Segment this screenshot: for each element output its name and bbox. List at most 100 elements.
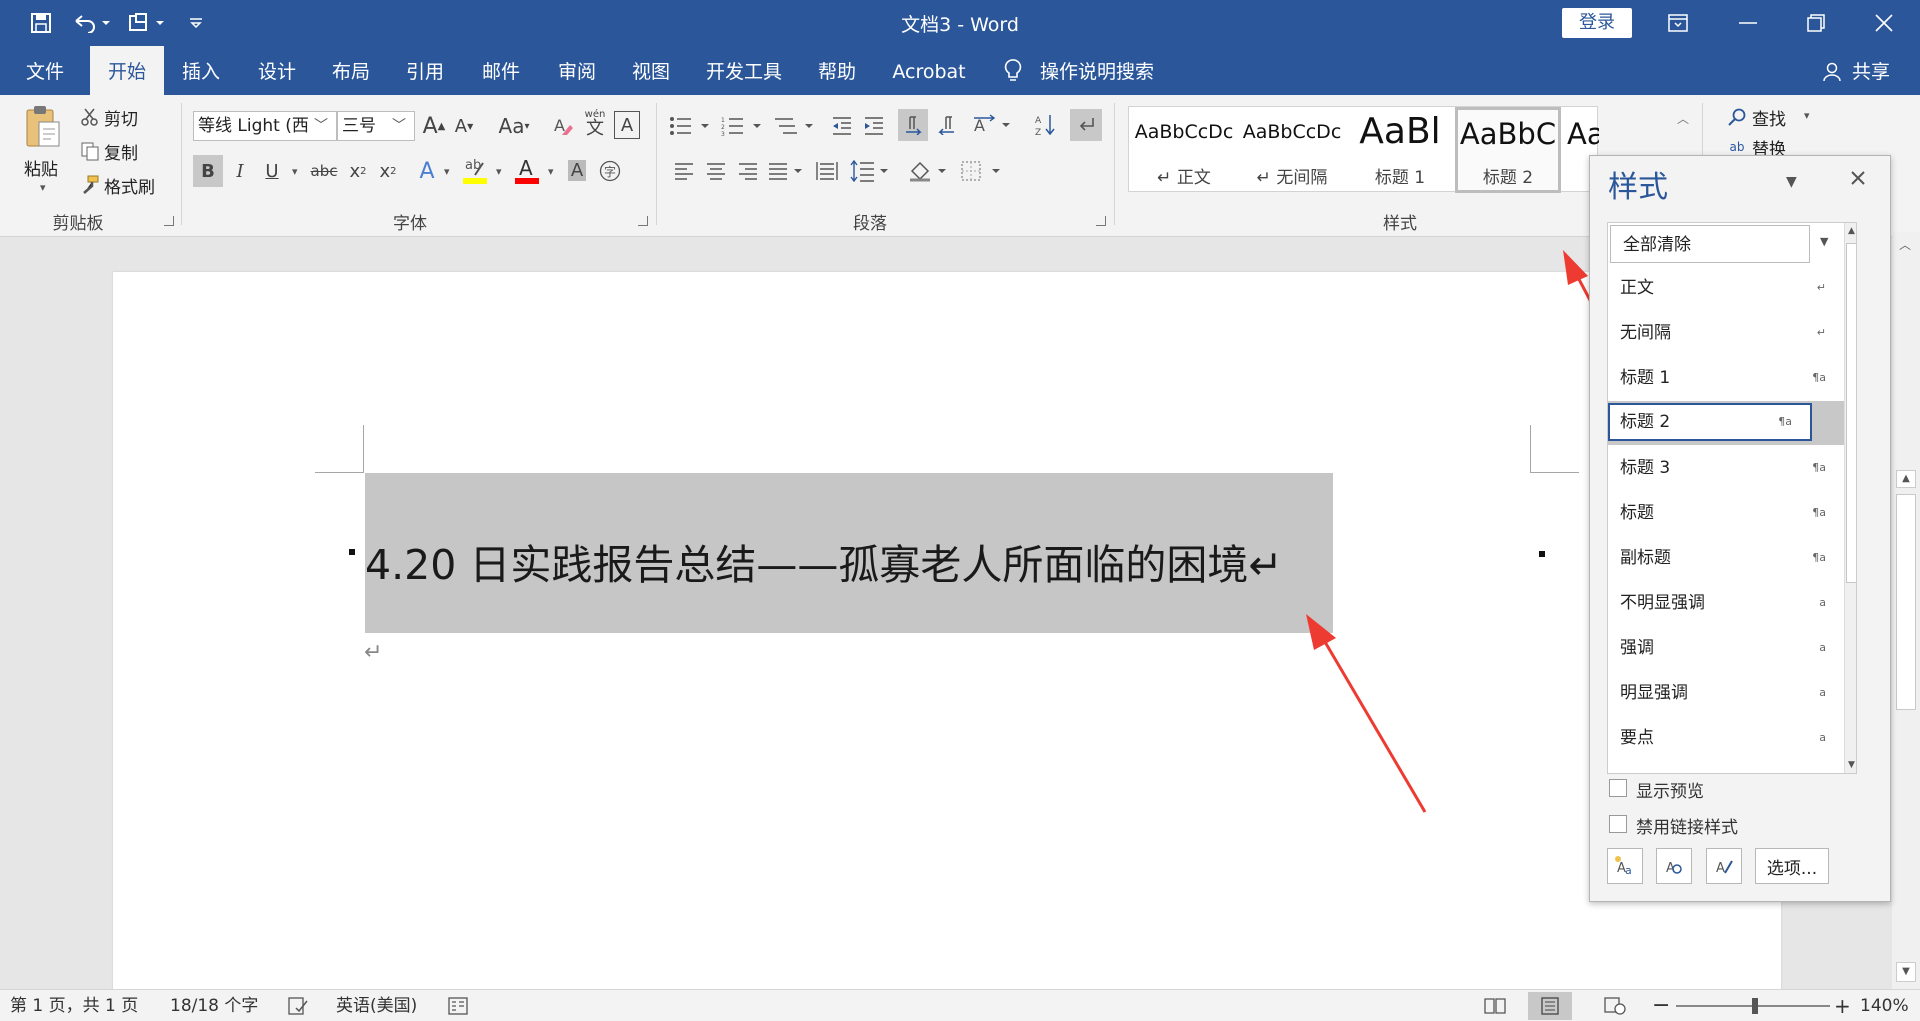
style-inspector-icon[interactable]: A — [1656, 848, 1692, 884]
login-button[interactable]: 登录 — [1562, 8, 1632, 38]
numbering-icon[interactable]: 123 — [720, 111, 766, 141]
style-item-intense-emphasis[interactable]: 明显强调 a — [1608, 674, 1844, 712]
word-count[interactable]: 18/18 个字 — [170, 990, 258, 1021]
style-item-heading2[interactable]: 标题 2 ¶a — [1608, 403, 1812, 441]
scroll-down-icon[interactable]: ▼ — [1896, 962, 1916, 982]
manage-styles-icon[interactable]: A — [1706, 848, 1742, 884]
show-marks-icon[interactable] — [1070, 109, 1102, 141]
underline-button[interactable]: U — [258, 155, 286, 187]
style-item-subtitle[interactable]: 副标题 ¶a — [1608, 539, 1844, 577]
shading-icon[interactable] — [906, 155, 950, 187]
sort-icon[interactable]: AZ — [1030, 109, 1060, 141]
selected-heading[interactable]: 4.20 日实践报告总结——孤寡老人所面临的困境↵ — [365, 473, 1333, 633]
style-item-normal[interactable]: 正文 ↵ — [1608, 269, 1844, 307]
zoom-in-button[interactable]: + — [1834, 990, 1851, 1021]
gallery-style-heading2[interactable]: AaBbC 标题 2 — [1455, 107, 1561, 193]
read-mode-icon[interactable] — [1484, 997, 1506, 1015]
zoom-level[interactable]: 140% — [1860, 990, 1909, 1021]
paste-icon[interactable] — [22, 103, 64, 151]
text-effects-icon[interactable]: A — [414, 155, 440, 187]
restore-icon[interactable] — [1790, 4, 1842, 42]
pane-options-dropdown-icon[interactable]: ▼ — [1786, 174, 1797, 190]
language-status[interactable]: 英语(美国) — [336, 990, 417, 1021]
zoom-slider-thumb[interactable] — [1752, 998, 1758, 1014]
borders-icon[interactable] — [958, 155, 1004, 187]
bullets-icon[interactable] — [668, 111, 714, 141]
superscript-icon[interactable]: x2 — [374, 155, 402, 187]
find-label[interactable]: 查找 — [1752, 105, 1786, 130]
grow-font-icon[interactable]: A ▲ — [420, 111, 448, 141]
line-spacing-icon[interactable] — [848, 155, 892, 187]
gallery-style-heading1[interactable]: AaBl 标题 1 — [1347, 107, 1453, 193]
copy-icon[interactable] — [78, 139, 102, 163]
minimize-icon[interactable] — [1722, 4, 1774, 42]
font-launcher-icon[interactable] — [638, 216, 648, 226]
tell-me-search[interactable]: 操作说明搜索 — [1040, 46, 1170, 95]
change-case-icon[interactable]: Aa ▾ — [492, 111, 536, 141]
tab-insert[interactable]: 插入 — [174, 46, 228, 95]
style-item-title[interactable]: 标题 ¶a — [1608, 494, 1844, 532]
heading-text[interactable]: 4.20 日实践报告总结——孤寡老人所面临的困境↵ — [365, 531, 1283, 591]
highlight-dropdown-icon[interactable]: ▾ — [496, 165, 502, 178]
disable-linked-checkbox[interactable] — [1609, 815, 1627, 833]
find-icon[interactable] — [1726, 105, 1748, 129]
format-painter-icon[interactable] — [78, 173, 102, 197]
style-item-no-spacing[interactable]: 无间隔 ↵ — [1608, 314, 1844, 352]
paragraph-launcher-icon[interactable] — [1096, 216, 1106, 226]
scroll-thumb[interactable] — [1896, 494, 1916, 710]
print-layout-icon[interactable] — [1528, 992, 1572, 1020]
tab-view[interactable]: 视图 — [624, 46, 678, 95]
underline-dropdown-icon[interactable]: ▾ — [292, 165, 298, 178]
web-layout-icon[interactable] — [1604, 997, 1626, 1015]
asian-layout-icon[interactable]: A — [970, 109, 1014, 141]
align-left-icon[interactable] — [670, 155, 698, 187]
clear-format-icon[interactable]: A — [550, 111, 576, 141]
style-item-emphasis[interactable]: 强调 a — [1608, 629, 1844, 667]
vertical-scrollbar[interactable]: ︿ ▲ ▼ — [1892, 232, 1920, 989]
align-center-icon[interactable] — [702, 155, 730, 187]
style-list-scrollbar[interactable]: ▲ ▼ — [1844, 223, 1856, 773]
style-item-strong[interactable]: 要点 a — [1608, 719, 1844, 757]
share-button[interactable]: 共享 — [1846, 46, 1896, 95]
style-item-heading1[interactable]: 标题 1 ¶a — [1608, 359, 1844, 397]
tab-acrobat[interactable]: Acrobat — [888, 46, 970, 95]
font-color-icon[interactable]: A — [512, 153, 542, 187]
font-size-dropdown-icon[interactable]: ﹀ — [392, 115, 406, 135]
style-clear-all[interactable]: 全部清除 — [1610, 225, 1810, 263]
cut-label[interactable]: 剪切 — [104, 105, 138, 130]
show-preview-checkbox[interactable] — [1609, 779, 1627, 797]
style-list-scroll-down-icon[interactable]: ▼ — [1845, 757, 1856, 773]
font-name-dropdown-icon[interactable]: ﹀ — [314, 115, 328, 135]
style-list-scroll-up-icon[interactable]: ▲ — [1845, 223, 1856, 239]
save-icon[interactable] — [26, 8, 56, 38]
phonetic-guide-icon[interactable]: wén 文 — [582, 107, 608, 141]
subscript-icon[interactable]: x2 — [344, 155, 372, 187]
multilevel-list-icon[interactable] — [772, 111, 818, 141]
char-border-icon[interactable]: A — [614, 111, 640, 139]
tab-references[interactable]: 引用 — [398, 46, 452, 95]
ruler-toggle-icon[interactable]: ︿ — [1896, 236, 1914, 252]
customize-toolbar-icon[interactable] — [186, 8, 206, 38]
char-shading-icon[interactable]: A — [564, 155, 590, 185]
tab-developer[interactable]: 开发工具 — [698, 46, 790, 95]
close-icon[interactable] — [1858, 4, 1910, 42]
new-style-icon[interactable]: Aa — [1607, 848, 1643, 884]
tab-home[interactable]: 开始 — [90, 46, 164, 95]
gallery-style-normal[interactable]: AaBbCcDc ↵ 正文 — [1131, 107, 1237, 193]
align-right-icon[interactable] — [734, 155, 762, 187]
options-button[interactable]: 选项... — [1755, 848, 1829, 884]
strikethrough-button[interactable]: abc — [308, 155, 340, 187]
style-item-heading3[interactable]: 标题 3 ¶a — [1608, 449, 1844, 487]
cut-icon[interactable] — [78, 105, 102, 129]
touch-mode-icon[interactable] — [126, 8, 170, 38]
font-color-dropdown-icon[interactable]: ▾ — [548, 165, 554, 178]
decrease-indent-icon[interactable] — [828, 111, 856, 141]
format-painter-label[interactable]: 格式刷 — [104, 173, 155, 198]
macro-record-icon[interactable] — [448, 997, 468, 1015]
clear-all-dropdown-icon[interactable]: ▼ — [1820, 235, 1828, 248]
proofing-icon[interactable] — [288, 997, 308, 1015]
clipboard-launcher-icon[interactable] — [164, 216, 174, 226]
ribbon-display-icon[interactable] — [1652, 4, 1704, 42]
tab-file[interactable]: 文件 — [18, 46, 72, 95]
scroll-up-icon[interactable]: ▲ — [1896, 470, 1916, 488]
